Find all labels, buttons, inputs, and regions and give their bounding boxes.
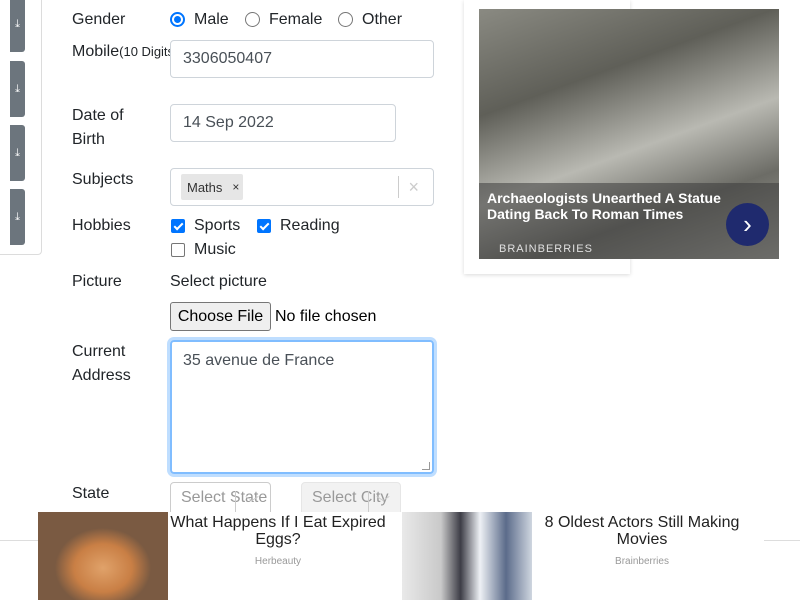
picture-label: Picture xyxy=(72,273,122,290)
ad-image-actors[interactable] xyxy=(402,512,532,600)
download-icon: ⤓ xyxy=(15,210,20,223)
chevron-down-icon: ﹀ xyxy=(245,495,259,511)
subject-chip-label: Maths xyxy=(187,179,223,195)
ad-brand: BRAINBERRIES xyxy=(499,243,593,255)
ad-image-eggs[interactable] xyxy=(38,512,168,600)
bottom-ad: What Happens If I Eat Expired Eggs? Herb… xyxy=(38,512,764,600)
gender-female-label[interactable]: Female xyxy=(269,8,322,32)
chevron-down-icon: ﹀ xyxy=(376,495,390,511)
ad-actors-source: Brainberries xyxy=(615,556,669,567)
hobby-sports-checkbox[interactable] xyxy=(171,219,185,233)
address-value: 35 avenue de France xyxy=(183,352,335,369)
download-icon: ⤓ xyxy=(15,17,20,30)
ad-eggs-title[interactable]: What Happens If I Eat Expired Eggs? xyxy=(161,514,395,548)
download-icon: ⤓ xyxy=(15,146,20,159)
mobile-label: Mobile(10 Digits) xyxy=(72,40,178,64)
address-label-line2: Address xyxy=(72,367,131,384)
address-label-line1: Current xyxy=(72,343,126,360)
gender-label: Gender xyxy=(72,11,126,28)
ad-image-statue[interactable]: Archaeologists Unearthed A Statue Dating… xyxy=(479,9,779,259)
gender-male-radio[interactable] xyxy=(170,12,185,27)
hobby-music-checkbox[interactable] xyxy=(171,243,185,257)
hobby-music-label[interactable]: Music xyxy=(194,238,236,262)
mobile-input[interactable]: 3306050407 xyxy=(170,40,434,78)
hobby-reading-checkbox[interactable] xyxy=(257,219,271,233)
chevron-right-icon[interactable]: › xyxy=(726,203,769,246)
dob-input[interactable]: 14 Sep 2022 xyxy=(170,104,396,142)
download-button[interactable]: ⤓ xyxy=(10,0,25,52)
ad-actors-title[interactable]: 8 Oldest Actors Still Making Movies xyxy=(525,514,759,548)
gender-female-radio[interactable] xyxy=(245,12,260,27)
gender-male-label[interactable]: Male xyxy=(194,8,229,32)
ad-eggs-source: Herbeauty xyxy=(254,556,302,567)
subjects-separator xyxy=(398,176,399,198)
choose-file-button[interactable]: Choose File xyxy=(170,302,271,331)
download-button[interactable]: ⤓ xyxy=(10,125,25,181)
dob-label-line1: Date of xyxy=(72,107,124,124)
gender-other-radio[interactable] xyxy=(338,12,353,27)
address-textarea[interactable]: 35 avenue de France xyxy=(170,340,434,474)
dob-label-line2: Birth xyxy=(72,131,105,148)
mobile-label-text: Mobile xyxy=(72,43,120,60)
gender-other-label[interactable]: Other xyxy=(362,8,402,32)
subjects-label: Subjects xyxy=(72,171,134,188)
download-icon: ⤓ xyxy=(15,82,20,95)
hobby-sports-label[interactable]: Sports xyxy=(194,214,240,238)
hobby-reading-label[interactable]: Reading xyxy=(280,214,340,238)
subject-chip: Maths × xyxy=(181,174,244,200)
download-button[interactable]: ⤓ xyxy=(10,61,25,117)
close-icon[interactable]: × xyxy=(228,180,243,194)
resize-handle[interactable] xyxy=(422,462,430,470)
hobbies-label: Hobbies xyxy=(72,217,131,234)
no-file-text: No file chosen xyxy=(275,308,377,325)
city-separator xyxy=(368,491,369,513)
clear-icon[interactable]: × xyxy=(408,176,419,198)
state-separator xyxy=(235,491,236,513)
ad-title[interactable]: Archaeologists Unearthed A Statue Dating… xyxy=(487,190,737,222)
state-label: State xyxy=(72,485,110,502)
download-button[interactable]: ⤓ xyxy=(10,189,25,245)
picture-select-text: Select picture xyxy=(170,273,267,290)
